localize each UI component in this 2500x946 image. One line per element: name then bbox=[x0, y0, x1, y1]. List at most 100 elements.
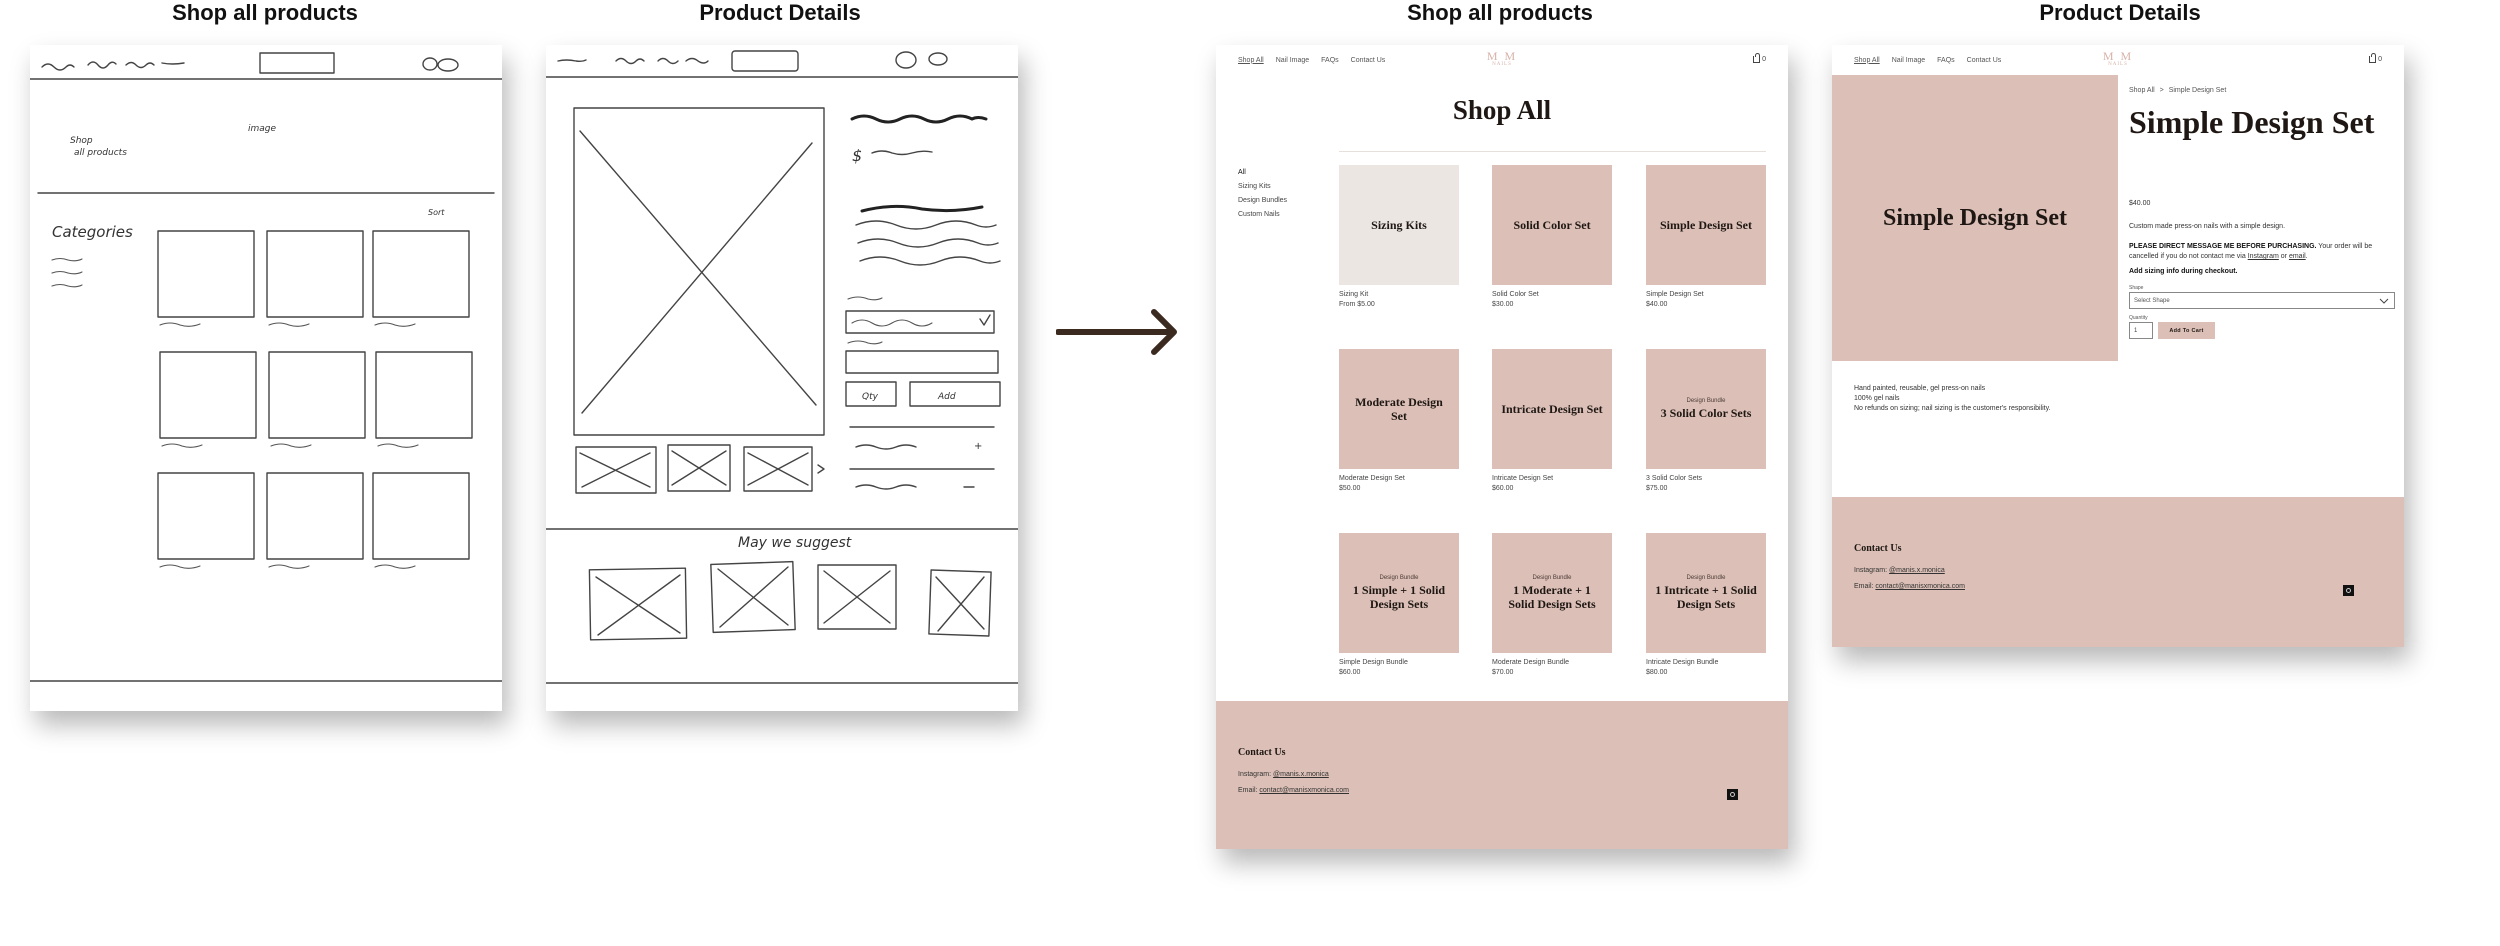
footer-instagram-link[interactable]: @manis.x.monica bbox=[1889, 567, 1945, 574]
footer-email: Email: contact@manisxmonica.com bbox=[1854, 583, 1965, 590]
product-tile[interactable]: Design Bundle 1 Moderate + 1 Solid Desig… bbox=[1492, 533, 1612, 653]
nav-faqs[interactable]: FAQs bbox=[1321, 57, 1339, 64]
add-to-cart-button[interactable]: Add To Cart bbox=[2158, 322, 2215, 339]
product-tile-name: 3 Solid Color Sets bbox=[1660, 406, 1752, 420]
product-caption: Moderate Design Set $50.00 bbox=[1339, 474, 1405, 494]
footer-email: Email: contact@manisxmonica.com bbox=[1238, 787, 1349, 794]
shop-heading: Shop All bbox=[1452, 95, 1552, 125]
title-sketch-shop: Shop all products bbox=[172, 0, 358, 25]
product-title[interactable]: 3 Solid Color Sets bbox=[1646, 474, 1702, 484]
instagram-icon[interactable] bbox=[1727, 789, 1738, 800]
product-tile[interactable]: Design Bundle 1 Simple + 1 Solid Design … bbox=[1339, 533, 1459, 653]
add-to-cart-label: Add To Cart bbox=[2169, 327, 2204, 334]
nav-nail-image[interactable]: Nail Image bbox=[1276, 57, 1309, 64]
product-price: $50.00 bbox=[1339, 485, 1361, 492]
shop-footer: Contact Us Instagram: @manis.x.monica Em… bbox=[1216, 701, 1788, 849]
cart-button[interactable]: 0 bbox=[2369, 53, 2382, 63]
product-tile[interactable]: Solid Color Set bbox=[1492, 165, 1612, 285]
notice-email-link[interactable]: email bbox=[2289, 253, 2306, 260]
product-image-text: Simple Design Set bbox=[1882, 204, 2067, 231]
category-custom-nails[interactable]: Custom Nails bbox=[1238, 208, 1287, 222]
sketch-detail-frame: $ Qty Add + May we suggest bbox=[546, 45, 1018, 711]
cart-count: 0 bbox=[1762, 56, 1766, 63]
sketch-shop-label-2: all products bbox=[74, 148, 127, 158]
footer-instagram-link[interactable]: @manis.x.monica bbox=[1273, 771, 1329, 778]
nav-shop-all[interactable]: Shop All bbox=[1854, 57, 1880, 64]
product-title[interactable]: Moderate Design Bundle bbox=[1492, 658, 1569, 668]
product-price: $60.00 bbox=[1339, 669, 1361, 676]
product-tile-name: 1 Intricate + 1 Solid Design Sets bbox=[1655, 583, 1757, 611]
nav-nail-image[interactable]: Nail Image bbox=[1892, 57, 1925, 64]
notice-bold: PLEASE DIRECT MESSAGE ME BEFORE PURCHASI… bbox=[2129, 243, 2317, 250]
product-price: $70.00 bbox=[1492, 669, 1514, 676]
footer-email-label: Email: bbox=[1854, 583, 1874, 590]
brand-logo[interactable]: M M NAILS bbox=[1480, 50, 1524, 70]
product-tile[interactable]: Simple Design Set bbox=[1646, 165, 1766, 285]
product-tile-tag: Design Bundle bbox=[1686, 575, 1726, 581]
brand-logo[interactable]: M M NAILS bbox=[2096, 50, 2140, 70]
product-tile-name: Intricate Design Set bbox=[1501, 402, 1603, 416]
nav-contact-us[interactable]: Contact Us bbox=[1351, 57, 1386, 64]
product-title[interactable]: Intricate Design Set bbox=[1492, 474, 1553, 484]
product-tile[interactable]: Design Bundle 3 Solid Color Sets bbox=[1646, 349, 1766, 469]
product-caption: 3 Solid Color Sets $75.00 bbox=[1646, 474, 1702, 494]
footer-email-label: Email: bbox=[1238, 787, 1258, 794]
quantity-label: Quantity bbox=[2129, 315, 2148, 321]
category-sizing-kits[interactable]: Sizing Kits bbox=[1238, 180, 1287, 194]
product-title[interactable]: Simple Design Set bbox=[1646, 290, 1704, 300]
product-tile[interactable]: Sizing Kits bbox=[1339, 165, 1459, 285]
notice-or: or bbox=[2278, 253, 2289, 260]
sketch-image-label: image bbox=[248, 124, 276, 134]
footer-instagram: Instagram: @manis.x.monica bbox=[1854, 567, 1945, 574]
nav-shop-all[interactable]: Shop All bbox=[1238, 57, 1264, 64]
product-tile[interactable]: Design Bundle 1 Intricate + 1 Solid Desi… bbox=[1646, 533, 1766, 653]
footer-instagram-label: Instagram: bbox=[1238, 771, 1272, 778]
product-tile[interactable]: Moderate Design Set bbox=[1339, 349, 1459, 469]
cart-button[interactable]: 0 bbox=[1753, 53, 1766, 63]
instagram-icon[interactable] bbox=[2343, 585, 2354, 596]
product-title[interactable]: Sizing Kit bbox=[1339, 290, 1375, 300]
product-price: $40.00 bbox=[2129, 200, 2151, 207]
cart-icon bbox=[2369, 53, 2377, 63]
title-mock-detail: Product Details bbox=[2039, 0, 2201, 25]
detail-footer: Contact Us Instagram: @manis.x.monica Em… bbox=[1832, 497, 2404, 647]
sketch-shop-label-1: Shop bbox=[70, 136, 93, 146]
product-title[interactable]: Solid Color Set bbox=[1492, 290, 1539, 300]
product-price: $80.00 bbox=[1646, 669, 1668, 676]
product-tile-name: Sizing Kits bbox=[1371, 218, 1427, 232]
shape-label: Shape bbox=[2129, 285, 2144, 291]
mock-shop-frame: Shop All Nail Image FAQs Contact Us M M … bbox=[1216, 45, 1788, 849]
product-description: Custom made press-on nails with a simple… bbox=[2129, 223, 2286, 230]
breadcrumb-current: Simple Design Set bbox=[2168, 87, 2227, 94]
category-design-bundles[interactable]: Design Bundles bbox=[1238, 194, 1287, 208]
nav-faqs[interactable]: FAQs bbox=[1937, 57, 1955, 64]
footer-email-link[interactable]: contact@manisxmonica.com bbox=[1259, 787, 1349, 794]
footer-email-link[interactable]: contact@manisxmonica.com bbox=[1875, 583, 1965, 590]
title-mock-shop: Shop all products bbox=[1407, 0, 1593, 25]
notice-instagram-link[interactable]: Instagram bbox=[2248, 253, 2279, 260]
product-price: $60.00 bbox=[1492, 485, 1514, 492]
product-tile[interactable]: Intricate Design Set bbox=[1492, 349, 1612, 469]
product-title[interactable]: Simple Design Bundle bbox=[1339, 658, 1408, 668]
product-title[interactable]: Intricate Design Bundle bbox=[1646, 658, 1718, 668]
product-image[interactable]: Simple Design Set bbox=[1832, 75, 2118, 361]
cart-count: 0 bbox=[2378, 56, 2382, 63]
footer-instagram: Instagram: @manis.x.monica bbox=[1238, 771, 1329, 778]
breadcrumb: Shop All > Simple Design Set bbox=[2129, 87, 2226, 94]
quantity-value: 1 bbox=[2134, 328, 2138, 334]
footer-instagram-label: Instagram: bbox=[1854, 567, 1888, 574]
quantity-input[interactable]: 1 bbox=[2129, 322, 2153, 339]
info-line: Hand painted, reusable, gel press-on nai… bbox=[1854, 385, 1986, 392]
heading-divider bbox=[1339, 151, 1766, 152]
sketch-add-label: Add bbox=[937, 392, 956, 402]
product-caption: Intricate Design Set $60.00 bbox=[1492, 474, 1553, 494]
sketch-shop-drawing: image Shop all products Categories Sort bbox=[30, 52, 502, 682]
sketch-plus-label: + bbox=[974, 441, 982, 452]
category-all[interactable]: All bbox=[1238, 166, 1287, 180]
product-title[interactable]: Moderate Design Set bbox=[1339, 474, 1405, 484]
shape-select[interactable]: Select Shape bbox=[2129, 292, 2395, 309]
breadcrumb-root[interactable]: Shop All bbox=[2129, 87, 2155, 94]
product-price: $40.00 bbox=[1646, 301, 1668, 308]
logo-mark: M M bbox=[2102, 49, 2134, 63]
nav-contact-us[interactable]: Contact Us bbox=[1967, 57, 2002, 64]
